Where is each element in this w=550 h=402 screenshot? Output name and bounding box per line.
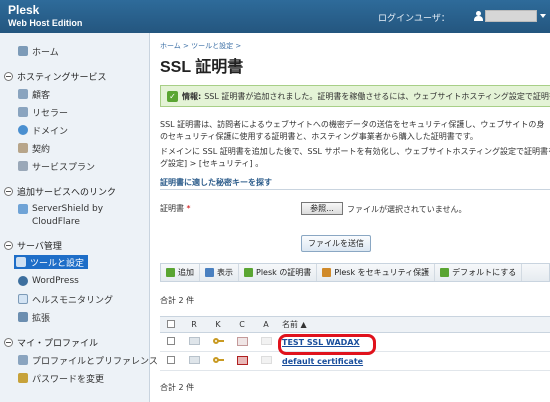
file-status: ファイルが選択されていません。 [347, 205, 467, 214]
service-plan-icon [18, 161, 28, 171]
user-icon [474, 11, 483, 21]
breadcrumb[interactable]: ホーム > ツールと設定 > [160, 41, 241, 51]
key-icon [212, 356, 224, 364]
home-icon [18, 46, 28, 56]
certificate-label: 証明書 * [160, 204, 191, 213]
certificate-link[interactable]: default certificate [282, 357, 363, 366]
top-bar: Plesk Web Host Edition ログインユーザ： [0, 0, 550, 33]
collapse-icon[interactable] [4, 71, 13, 81]
sidebar-group-profile[interactable]: マイ・プロファイル [4, 335, 98, 349]
sidebar-item-resellers[interactable]: リセラー [18, 105, 68, 119]
row-checkbox[interactable] [167, 337, 175, 345]
chevron-down-icon[interactable] [540, 14, 546, 18]
ca-icon [260, 356, 272, 364]
submit-file-button[interactable]: ファイルを送信 [301, 235, 371, 252]
collapse-icon[interactable] [4, 337, 13, 347]
wordpress-icon [18, 276, 28, 286]
total-count: 合計 2 件 [160, 383, 195, 392]
browse-button[interactable]: 参照... [301, 202, 343, 215]
col-k[interactable]: K [206, 316, 230, 333]
col-r[interactable]: R [182, 316, 206, 333]
sidebar-item-wordpress[interactable]: WordPress [18, 274, 79, 288]
sidebar-item-password[interactable]: パスワードを変更 [18, 371, 104, 385]
certificate-icon [236, 336, 248, 346]
sidebar-item-subscriptions[interactable]: 契約 [18, 141, 50, 155]
key-icon [18, 373, 28, 383]
profile-icon [18, 355, 28, 365]
select-all-checkbox[interactable] [167, 319, 175, 328]
ca-icon [260, 337, 272, 345]
collapse-icon[interactable] [4, 186, 13, 196]
certificate-icon [236, 355, 248, 365]
check-icon: ✓ [167, 90, 178, 102]
resellers-icon [18, 107, 28, 117]
request-icon [188, 337, 200, 345]
col-a[interactable]: A [254, 316, 278, 333]
sidebar-item-health[interactable]: ヘルスモニタリング [18, 292, 113, 306]
download-icon [244, 268, 253, 277]
required-mark: * [186, 204, 191, 213]
sidebar-group-server[interactable]: サーバ管理 [4, 238, 62, 252]
check-icon [440, 268, 450, 277]
brand-name: Plesk [8, 3, 40, 17]
description-line: ドメインに SSL 証明書を追加した後で、SSL サポートを有効化し、ウェブサイ… [160, 147, 550, 156]
sidebar-item-servershield-line2[interactable]: CloudFlare [32, 216, 80, 228]
col-name[interactable]: 名前 ▲ [278, 316, 550, 333]
make-default-button[interactable]: デフォルトにする [435, 264, 523, 281]
request-icon [188, 356, 200, 364]
sidebar-item-profile[interactable]: プロファイルとプリファレンス [18, 353, 158, 367]
description-line: SSL 証明書は、訪問者によるウェブサイトへの機密データの送信をセキュリティ保護… [160, 120, 545, 129]
info-text: SSL 証明書が追加されました。証明書を稼働させるには、ウェブサイトホスティング… [204, 91, 550, 101]
plesk-cert-button[interactable]: Plesk の証明書 [239, 264, 318, 281]
sidebar-group-hosting[interactable]: ホスティングサービス [4, 69, 106, 83]
total-count: 合計 2 件 [160, 296, 195, 305]
col-c[interactable]: C [230, 316, 254, 333]
description-line: のセキュリティ保護に使用する証明書と、ホスティング事業者から購入した証明書です。 [160, 132, 478, 141]
view-icon [205, 268, 214, 277]
add-icon [166, 268, 175, 277]
user-name-field[interactable] [485, 10, 537, 22]
select-all-header[interactable] [160, 316, 182, 333]
health-icon [18, 294, 28, 304]
section-title: 証明書に適した秘密キーを探す [160, 178, 272, 187]
description-line: グ設定] > [セキュリティ] 。 [160, 159, 264, 168]
info-message: ✓ 情報: SSL 証明書が追加されました。証明書を稼働させるには、ウェブサイト… [160, 85, 550, 107]
brand-edition: Web Host Edition [8, 18, 83, 28]
sidebar-item-home[interactable]: ホーム [18, 44, 59, 58]
divider [160, 189, 550, 190]
shield-icon [18, 204, 28, 214]
info-label: 情報: [182, 91, 202, 101]
sidebar-item-servershield[interactable]: ServerShield by [18, 202, 103, 216]
sidebar-item-service-plans[interactable]: サービスプラン [18, 159, 95, 173]
page-title: SSL 証明書 [160, 59, 244, 76]
sidebar: ホーム ホスティングサービス 顧客 リセラー ドメイン 契約 サービスプラン 追… [0, 33, 158, 402]
key-icon [212, 337, 224, 345]
toolbar: 追加 表示 Plesk の証明書 Plesk をセキュリティ保護 デフォルトにす… [160, 263, 550, 282]
sort-asc-icon: ▲ [300, 320, 307, 329]
globe-icon [18, 125, 28, 135]
customers-icon [18, 89, 28, 99]
secure-icon [322, 268, 332, 277]
tools-icon [16, 257, 26, 267]
subscription-icon [18, 143, 28, 153]
login-user-label: ログインユーザ： [378, 14, 450, 24]
sidebar-item-domains[interactable]: ドメイン [18, 123, 68, 137]
sidebar-item-tools-settings[interactable]: ツールと設定 [14, 255, 89, 269]
collapse-icon[interactable] [4, 240, 13, 250]
sidebar-item-extensions[interactable]: 拡張 [18, 310, 50, 324]
sidebar-group-addons[interactable]: 追加サービスへのリンク [4, 184, 116, 198]
add-button[interactable]: 追加 [161, 264, 200, 281]
view-button[interactable]: 表示 [200, 264, 239, 281]
row-checkbox[interactable] [167, 356, 175, 364]
highlight-annotation [278, 334, 376, 355]
secure-plesk-button[interactable]: Plesk をセキュリティ保護 [317, 264, 436, 281]
sidebar-item-customers[interactable]: 顧客 [18, 87, 50, 101]
extensions-icon [18, 312, 28, 322]
